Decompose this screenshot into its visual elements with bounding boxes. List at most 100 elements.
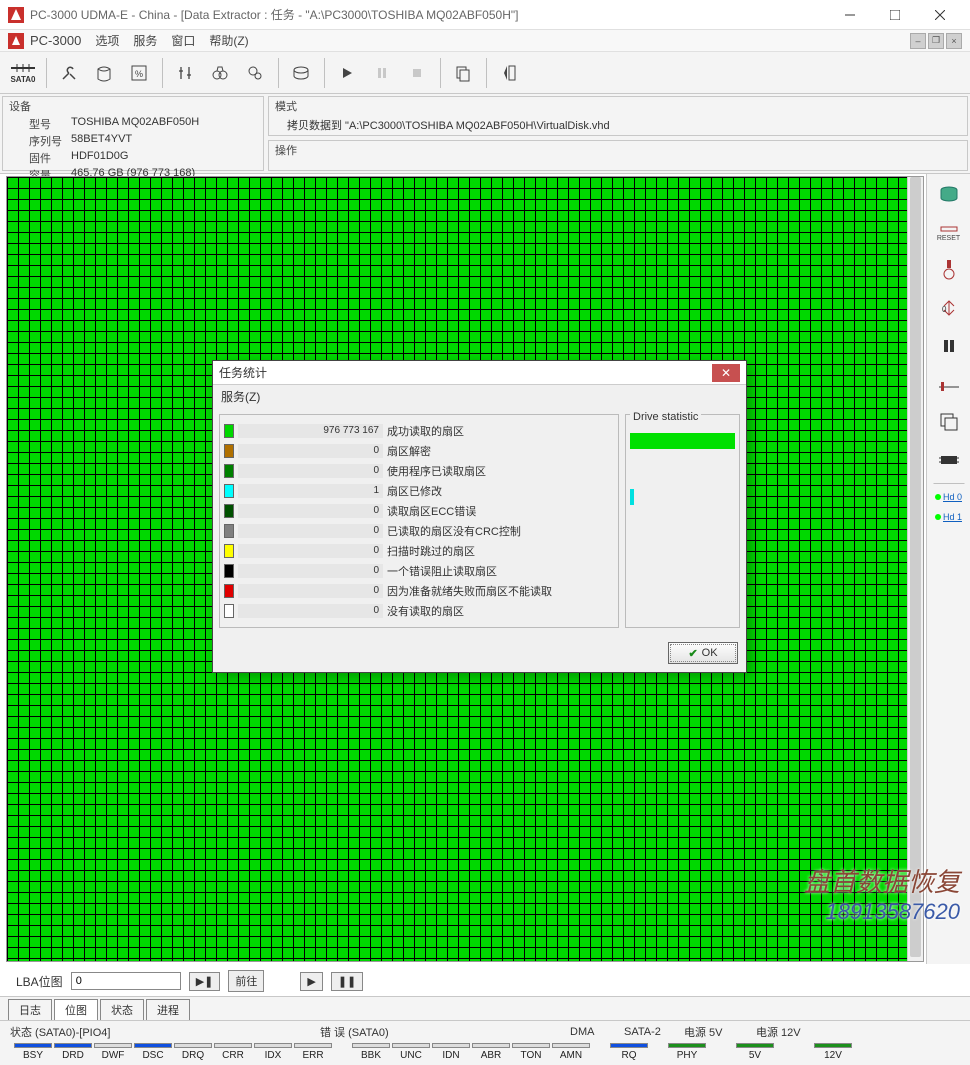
stat-label: 成功读取的扇区 [387,423,464,439]
stat-row: 0一个错误阻止读取扇区 [224,561,614,581]
maximize-button[interactable] [872,1,917,29]
stat-value: 1 [238,484,383,498]
slider-icon[interactable] [931,368,967,400]
goto-button[interactable]: 前往 [228,970,264,992]
hd0-indicator[interactable]: Hd 0 [933,490,964,504]
color-swatch [224,464,234,478]
title-bar: PC-3000 UDMA-E - China - [Data Extractor… [0,0,970,30]
container-icon[interactable] [87,55,121,91]
play-button[interactable] [330,55,364,91]
play2-button[interactable]: ▶ [300,972,322,991]
drive-statistic-box: Drive statistic [625,414,740,628]
status-led-err: ERR [294,1043,332,1061]
gears-icon[interactable] [238,55,272,91]
connector-icon[interactable] [931,254,967,286]
layers-icon[interactable] [931,406,967,438]
status-led-12v: 12V [814,1043,852,1061]
hd1-indicator[interactable]: Hd 1 [933,510,964,524]
sata-port-button[interactable]: SATA0 [6,55,40,91]
stat-value: 0 [238,604,383,618]
menu-help[interactable]: 帮助(Z) [209,32,248,49]
menu-services[interactable]: 服务 [133,32,157,49]
pause3-button[interactable]: ❚❚ [331,972,363,991]
svg-text:%: % [135,69,143,79]
stat-row: 0使用程序已读取扇区 [224,461,614,481]
info-panels: 设备 型号TOSHIBA MQ02ABF050H 序列号58BET4YVT 固件… [0,94,970,174]
ok-button[interactable]: ✔ OK [668,642,738,664]
stats-list: 976 773 167成功读取的扇区0扇区解密0使用程序已读取扇区1扇区已修改0… [219,414,619,628]
menu-window[interactable]: 窗口 [171,32,195,49]
app-icon [8,7,24,23]
drive-bar-cyan [630,489,634,505]
status-p12-header: 电源 12V [750,1024,807,1040]
lba-label: LBA位图 [16,973,63,990]
tab-state[interactable]: 状态 [100,999,144,1020]
percent-icon[interactable]: % [122,55,156,91]
pause2-icon[interactable] [931,330,967,362]
reset-icon[interactable]: RESET [931,216,967,248]
stat-row: 0 扇区解密 [224,441,614,461]
status-led-unc: UNC [392,1043,430,1061]
status-led-idx: IDX [254,1043,292,1061]
dialog-menu-services[interactable]: 服务(Z) [213,385,746,408]
status-bar: 状态 (SATA0)-[PIO4] 错 误 (SATA0) DMA SATA-2… [0,1020,970,1065]
stat-value: 0 [238,544,383,558]
stop-button[interactable] [400,55,434,91]
mode-panel: 模式 拷贝数据到 "A:\PC3000\TOSHIBA MQ02ABF050H\… [268,96,968,136]
bottom-tabs: 日志 位图 状态 进程 [0,996,970,1020]
exit-icon[interactable] [492,55,526,91]
status-led-drd: DRD [54,1043,92,1061]
stat-label: 扫描时跳过的扇区 [387,543,475,559]
drive-bar-green [630,433,735,449]
doc-icon [8,33,24,49]
stat-row: 0没有读取的扇区 [224,601,614,621]
copy-icon[interactable] [446,55,480,91]
task-stats-dialog: 任务统计 ✕ 服务(Z) 976 773 167成功读取的扇区0扇区解密0使用程… [212,360,747,673]
lba-input[interactable] [71,972,181,990]
dialog-title: 任务统计 [219,364,712,381]
stat-value: 0 [238,524,383,538]
mdi-close[interactable]: × [946,33,962,49]
device-panel: 设备 型号TOSHIBA MQ02ABF050H 序列号58BET4YVT 固件… [2,96,264,171]
stat-row: 0读取扇区ECC错误 [224,501,614,521]
color-swatch [224,444,234,458]
window-title: PC-3000 UDMA-E - China - [Data Extractor… [30,6,827,23]
pause-button[interactable] [365,55,399,91]
stat-label: 扇区解密 [387,443,431,459]
mode-text: 拷贝数据到 "A:\PC3000\TOSHIBA MQ02ABF050H\Vir… [275,115,961,133]
mdi-minimize[interactable]: – [910,33,926,49]
stat-value: 976 773 167 [238,424,383,438]
stat-value: 0 [238,444,383,458]
minimize-button[interactable] [827,1,872,29]
map-scrollbar[interactable] [907,177,923,961]
close-button[interactable] [917,1,962,29]
status-p5-header: 电源 5V [678,1024,750,1040]
dialog-close-button[interactable]: ✕ [712,364,740,382]
stat-row: 976 773 167 成功读取的扇区 [224,421,614,441]
expand-icon[interactable]: 0 [931,292,967,324]
tools-icon[interactable] [52,55,86,91]
stat-row: 0因为准备就绪失败而扇区不能读取 [224,581,614,601]
tab-proc[interactable]: 进程 [146,999,190,1020]
lba-step-button[interactable]: ▶❚ [189,972,221,991]
chip-icon[interactable] [931,444,967,476]
check-icon: ✔ [688,647,697,660]
binoculars-icon[interactable] [203,55,237,91]
status-led-amn: AMN [552,1043,590,1061]
mdi-restore[interactable]: ❐ [928,33,944,49]
status-led-drq: DRQ [174,1043,212,1061]
drive-tool-icon[interactable] [931,178,967,210]
status-st-header: 状态 (SATA0)-[PIO4] [4,1024,314,1040]
color-swatch [224,424,234,438]
tab-map[interactable]: 位图 [54,999,98,1020]
status-err-header: 错 误 (SATA0) [314,1024,564,1040]
stat-value: 0 [238,504,383,518]
drive-icon[interactable] [284,55,318,91]
color-swatch [224,604,234,618]
adjust-icon[interactable] [168,55,202,91]
stat-label: 因为准备就绪失败而扇区不能读取 [387,583,552,599]
tab-log[interactable]: 日志 [8,999,52,1020]
stat-label: 使用程序已读取扇区 [387,463,486,479]
operation-panel: 操作 [268,140,968,171]
menu-options[interactable]: 选项 [95,32,119,49]
